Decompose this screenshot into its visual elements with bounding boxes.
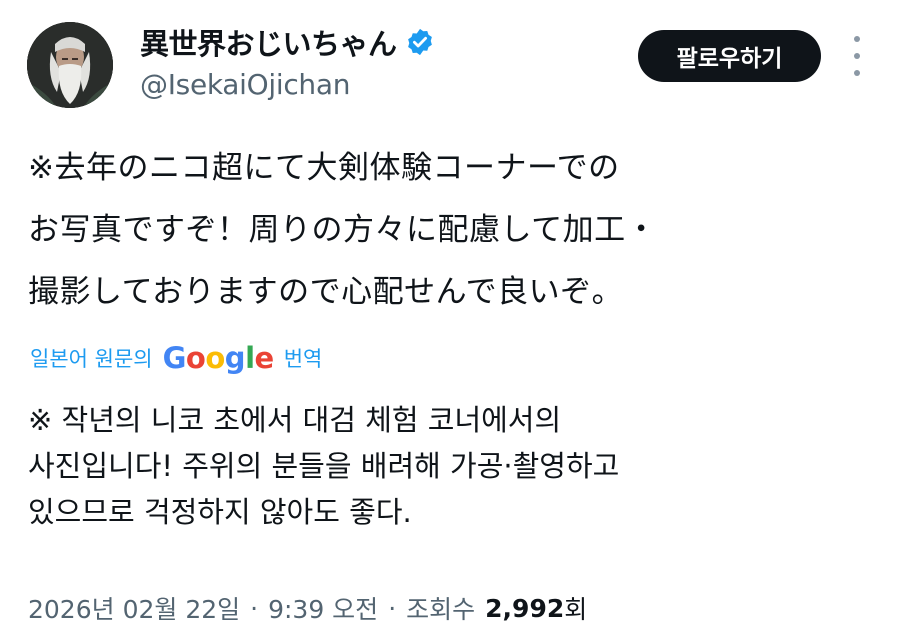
more-vertical-icon[interactable]: [845, 36, 869, 76]
tweet-date[interactable]: 2026년 02월 22일: [28, 590, 240, 626]
translated-line: ※ 작년의 니코 초에서 대검 체험 코너에서의: [28, 403, 562, 437]
author-info: 異世界おじいちゃん @IsekaiOjichan: [140, 22, 435, 101]
follow-button[interactable]: 팔로우하기: [638, 30, 821, 82]
views-label: 조회수: [406, 595, 476, 624]
tweet-line: 撮影しておりますので心配せんで良いぞ。: [28, 274, 624, 310]
verified-badge-icon[interactable]: [405, 27, 435, 57]
views-count[interactable]: 2,992: [485, 594, 564, 623]
translation-source-label: 일본어 원문의: [30, 347, 153, 371]
translated-line: 있으므로 걱정하지 않아도 좋다.: [28, 495, 412, 529]
display-name-row: 異世界おじいちゃん: [140, 22, 435, 62]
display-name[interactable]: 異世界おじいちゃん: [140, 21, 397, 63]
dot-icon: [854, 53, 860, 59]
google-logo-icon: Google: [162, 341, 275, 375]
translated-line: 사진입니다! 주위의 분들을 배려해 가공·촬영하고: [28, 449, 620, 483]
translate-link[interactable]: 번역: [284, 343, 323, 373]
tweet-header: 異世界おじいちゃん @IsekaiOjichan 팔로우하기: [0, 0, 900, 120]
tweet-line: ※去年のニコ超にて大剣体験コーナーでの: [28, 150, 620, 186]
separator: ·: [388, 593, 397, 623]
tweet-text: ※去年のニコ超にて大剣体験コーナーでの お写真ですぞ！周りの方々に配慮して加工・…: [28, 137, 878, 323]
avatar-photo-icon: [27, 22, 113, 108]
separator: ·: [250, 593, 259, 623]
views-unit: 회: [564, 595, 588, 624]
tweet-time[interactable]: 9:39 오전: [268, 590, 378, 626]
dot-icon: [854, 36, 860, 42]
tweet-line: お写真ですぞ！周りの方々に配慮して加工・: [28, 212, 658, 248]
user-handle[interactable]: @IsekaiOjichan: [140, 68, 435, 101]
translation-attribution[interactable]: 일본어 원문의 Google 번역: [30, 338, 322, 378]
avatar[interactable]: [27, 22, 113, 108]
tweet-meta: 2026년 02월 22일 · 9:39 오전 · 조회수 2,992 회: [28, 588, 587, 628]
translated-text: ※ 작년의 니코 초에서 대검 체험 코너에서의 사진입니다! 주위의 분들을 …: [28, 397, 878, 535]
dot-icon: [854, 70, 860, 76]
